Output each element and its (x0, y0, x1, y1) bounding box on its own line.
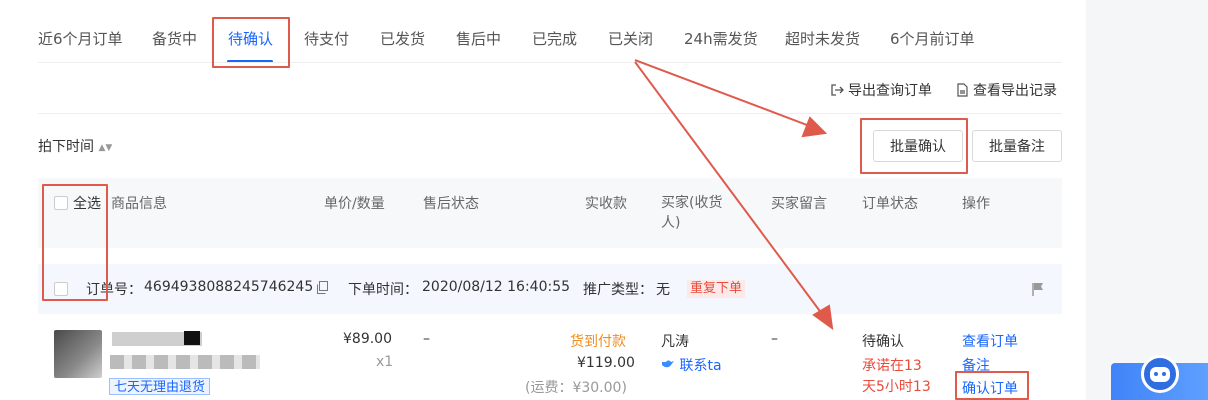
robot-assistant-icon[interactable] (1141, 355, 1179, 393)
annotation-arrows (634, 59, 834, 331)
